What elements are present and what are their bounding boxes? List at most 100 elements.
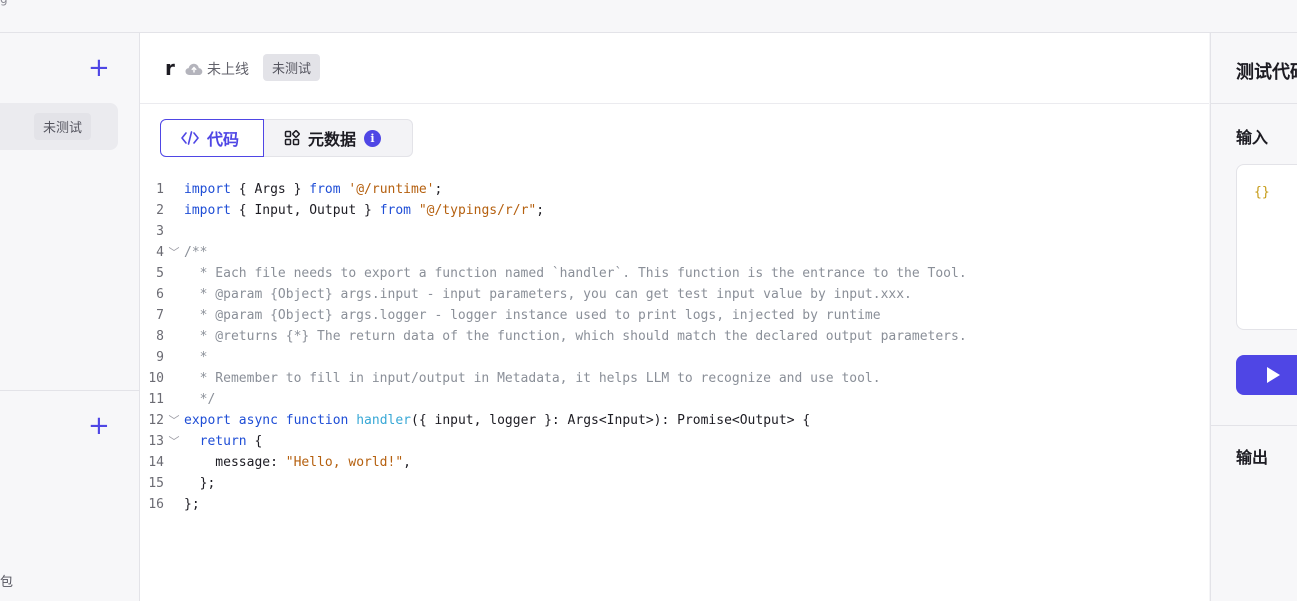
code-line: 9 * (140, 347, 1209, 368)
info-icon[interactable]: i (364, 129, 382, 147)
tool-name: r (165, 56, 175, 80)
code-line: 10 * Remember to fill in input/output in… (140, 368, 1209, 389)
code-line: 1 import { Args } from '@/runtime'; (140, 179, 1209, 200)
fold-marker[interactable]: ﹀ (164, 431, 184, 452)
code-line: 15 }; (140, 473, 1209, 494)
fold-marker (164, 494, 184, 515)
code-token: { Args } (230, 182, 310, 197)
line-number: 6 (156, 287, 164, 302)
line-number: 7 (156, 308, 164, 323)
code-line: 16}; (140, 494, 1209, 515)
code-token: handler (356, 413, 412, 428)
code-text: return { (184, 431, 263, 452)
code-text: import { Args } from '@/runtime'; (184, 179, 442, 200)
line-number: 9 (156, 350, 164, 365)
code-text: }; (184, 497, 200, 512)
code-text: * Remember to fill in input/output in Me… (184, 371, 881, 386)
code-line: 2 import { Input, Output } from "@/typing… (140, 200, 1209, 221)
code-text: message: "Hello, world!", (184, 452, 411, 473)
publish-status: 未上线 (185, 59, 249, 79)
code-text: }; (184, 476, 216, 491)
input-label: 输入 (1236, 128, 1269, 147)
status-badge: 未测试 (34, 113, 92, 140)
code-token: function (285, 413, 349, 428)
publish-status-text: 未上线 (207, 62, 249, 78)
line-number: 16 (148, 497, 164, 512)
line-number: 14 (148, 455, 164, 470)
tab-code[interactable]: 代码 (160, 119, 264, 157)
code-token: import (184, 182, 231, 197)
code-text: * @returns {*} The return data of the fu… (184, 329, 967, 344)
code-token: ({ input, logger }: Args<Input>): Promis… (411, 413, 811, 428)
code-token: "Hello, world!" (285, 455, 404, 470)
divider (1211, 425, 1297, 426)
fold-marker (164, 263, 184, 284)
code-text: * @param {Object} args.logger - logger i… (184, 308, 881, 323)
add-icon[interactable]: + (88, 55, 110, 81)
tab-code-label: 代码 (207, 130, 240, 149)
line-number: 12 (148, 413, 164, 428)
main-editor: r 未上线 未测试 代码 元数据 i 1 import {Args} fro… (140, 33, 1209, 601)
code-line: 4 ﹀/** (140, 242, 1209, 263)
code-token: { Input, Output } (230, 203, 380, 218)
play-icon (1267, 367, 1280, 383)
output-label: 输出 (1236, 448, 1269, 467)
fold-marker[interactable]: ﹀ (164, 410, 184, 431)
cloud-icon (185, 63, 203, 75)
line-number: 4 (156, 245, 164, 260)
code-line: 5 * Each file needs to export a function… (140, 263, 1209, 284)
test-input-value: {} (1254, 185, 1270, 200)
fold-marker[interactable]: ﹀ (164, 242, 184, 263)
code-text: */ (184, 392, 216, 407)
code-line: 3 (140, 221, 1209, 242)
code-editor[interactable]: 1 import { Args } from '@/runtime'; 2 impo… (140, 179, 1209, 515)
fold-marker (164, 221, 184, 242)
code-line: 14 message: "Hello, world!", (140, 452, 1209, 473)
fold-marker (164, 368, 184, 389)
code-line: 12 ﹀ export async function handler({ input… (140, 410, 1209, 431)
code-line: 13 ﹀ return { (140, 431, 1209, 452)
tab-metadata[interactable]: 元数据 i (264, 119, 413, 157)
code-line: 11 */ (140, 389, 1209, 410)
divider (1211, 103, 1297, 104)
top-bar-fragment: g (0, 0, 8, 6)
code-text: * Each file needs to export a function n… (184, 266, 967, 281)
code-text: * @param {Object} args.input - input par… (184, 287, 912, 302)
sidebar-item-tool[interactable]: 未测试 (0, 103, 118, 150)
code-icon (181, 131, 199, 145)
test-status-badge: 未测试 (263, 54, 321, 81)
code-token: "@/typings/r/r" (418, 203, 537, 218)
code-token: { (246, 434, 263, 449)
fold-marker (164, 200, 184, 221)
sidebar: + 未测试 + 包 (0, 33, 140, 601)
sidebar-fragment-text: 包 (0, 575, 14, 590)
fold-marker (164, 473, 184, 494)
fold-marker (164, 389, 184, 410)
code-token: '@/runtime' (348, 182, 435, 197)
code-line: 6 * @param {Object} args.input - input p… (140, 284, 1209, 305)
code-token: , (403, 455, 411, 470)
code-line: 8 * @returns {*} The return data of the … (140, 326, 1209, 347)
code-token: message: (184, 455, 286, 470)
line-number: 8 (156, 329, 164, 344)
run-button[interactable] (1236, 355, 1297, 395)
code-token: export (184, 413, 231, 428)
line-number: 13 (148, 434, 164, 449)
code-token: async (238, 413, 278, 428)
line-number: 15 (148, 476, 164, 491)
add-icon[interactable]: + (88, 413, 110, 439)
code-line: 7 * @param {Object} args.logger - logger… (140, 305, 1209, 326)
test-input-editor[interactable]: {} (1236, 164, 1297, 330)
line-number: 5 (156, 266, 164, 281)
code-text: import { Input, Output } from "@/typings… (184, 200, 544, 221)
fold-marker (164, 179, 184, 200)
line-number: 10 (148, 371, 164, 386)
code-text: * (184, 350, 208, 365)
line-number: 11 (148, 392, 164, 407)
code-token: ; (536, 203, 545, 218)
line-number: 1 (156, 182, 164, 197)
